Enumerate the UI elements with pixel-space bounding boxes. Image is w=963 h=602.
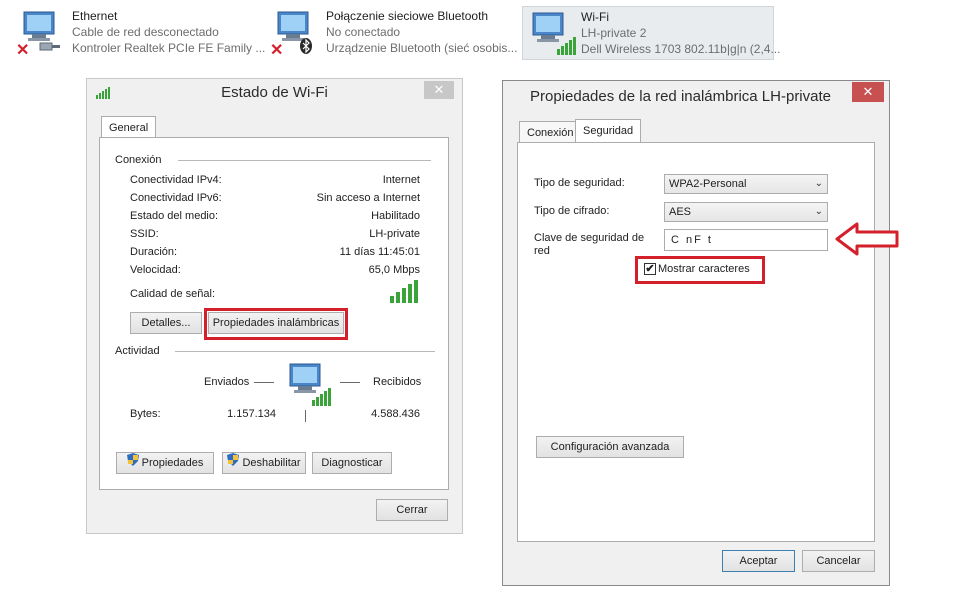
adapter-name: Połączenie sieciowe Bluetooth bbox=[326, 9, 489, 23]
bytes-sent: 1.157.134 bbox=[227, 408, 276, 420]
security-type-label: Tipo de seguridad: bbox=[534, 177, 625, 189]
adapter-name: Ethernet bbox=[72, 9, 118, 23]
divider bbox=[305, 410, 306, 422]
chevron-down-icon: ⌄ bbox=[814, 178, 823, 189]
highlight-box bbox=[635, 256, 765, 284]
field-value: Habilitado bbox=[371, 210, 420, 222]
select-value: AES bbox=[669, 206, 692, 218]
shield-icon bbox=[227, 453, 240, 473]
dialog-title: Propiedades de la red inalámbrica LH-pri… bbox=[530, 88, 831, 105]
tab-label: General bbox=[109, 122, 149, 134]
encryption-type-label: Tipo de cifrado: bbox=[534, 205, 610, 217]
general-panel: Conexión Conectividad IPv4: Internet Con… bbox=[99, 137, 449, 490]
bytes-received: 4.588.436 bbox=[371, 408, 420, 420]
adapter-name: Wi-Fi bbox=[581, 10, 609, 24]
dialog-title: Estado de Wi-Fi bbox=[221, 84, 328, 101]
details-button[interactable]: Detalles... bbox=[130, 312, 202, 334]
adapter-device: Kontroler Realtek PCIe FE Family ... bbox=[72, 41, 266, 55]
accept-button[interactable]: Aceptar bbox=[722, 550, 795, 572]
adapter-device: Dell Wireless 1703 802.11b|g|n (2,4... bbox=[581, 42, 781, 56]
chevron-down-icon: ⌄ bbox=[814, 206, 823, 217]
error-x-icon: ✕ bbox=[16, 42, 30, 59]
received-label: Recibidos bbox=[373, 376, 422, 388]
sent-label: Enviados bbox=[204, 376, 250, 388]
close-button[interactable]: ✕ bbox=[424, 81, 454, 99]
field-label: SSID: bbox=[130, 228, 159, 240]
divider bbox=[175, 351, 435, 352]
select-value: WPA2-Personal bbox=[669, 178, 747, 190]
field-label: Estado del medio: bbox=[130, 210, 219, 222]
divider bbox=[340, 382, 360, 383]
security-type-select[interactable]: WPA2-Personal ⌄ bbox=[664, 174, 828, 194]
field-value: Internet bbox=[382, 174, 420, 186]
section-heading: Conexión bbox=[115, 154, 162, 166]
divider bbox=[178, 160, 431, 161]
arrow-left-icon bbox=[835, 222, 901, 256]
security-key-input[interactable]: C nF t bbox=[664, 229, 828, 251]
close-icon: ✕ bbox=[862, 84, 874, 99]
adapter-status: LH-private 2 bbox=[581, 26, 647, 40]
button-label: Propiedades bbox=[141, 457, 204, 469]
cancel-button[interactable]: Cancelar bbox=[802, 550, 875, 572]
signal-strength-icon bbox=[390, 278, 424, 304]
properties-button[interactable]: Propiedades bbox=[116, 452, 214, 474]
bluetooth-icon bbox=[300, 38, 312, 54]
wifi-status-dialog: Estado de Wi-Fi ✕ General Conexión Conec… bbox=[86, 78, 463, 534]
highlight-box bbox=[204, 308, 348, 340]
divider bbox=[254, 382, 274, 383]
section-heading: Actividad bbox=[115, 345, 160, 357]
adapter-bluetooth[interactable]: ✕ Połączenie sieciowe Bluetooth No conec… bbox=[268, 6, 518, 59]
tab-general[interactable]: General bbox=[101, 116, 157, 138]
adapter-status: Cable de red desconectado bbox=[72, 25, 219, 39]
network-activity-icon bbox=[286, 362, 336, 408]
adapter-device: Urządzenie Bluetooth (sieć osobis... bbox=[326, 41, 518, 55]
tab-security[interactable]: Seguridad bbox=[575, 119, 642, 143]
tab-connection[interactable]: Conexión bbox=[519, 121, 582, 143]
disable-button[interactable]: Deshabilitar bbox=[222, 452, 306, 474]
field-value: LH-private bbox=[369, 228, 420, 240]
button-label: Deshabilitar bbox=[242, 457, 301, 469]
field-label: Duración: bbox=[130, 246, 178, 258]
adapter-ethernet[interactable]: ✕ Ethernet Cable de red desconectado Kon… bbox=[14, 6, 266, 59]
field-label: Conectividad IPv4: bbox=[130, 174, 222, 186]
error-x-icon: ✕ bbox=[270, 42, 284, 59]
field-value: 65,0 Mbps bbox=[368, 264, 420, 276]
close-button[interactable]: ✕ bbox=[852, 82, 884, 102]
advanced-settings-button[interactable]: Configuración avanzada bbox=[536, 436, 684, 458]
field-value: Sin acceso a Internet bbox=[316, 192, 420, 204]
field-label: Velocidad: bbox=[130, 264, 181, 276]
encryption-type-select[interactable]: AES ⌄ bbox=[664, 202, 828, 222]
close-icon: ✕ bbox=[433, 82, 445, 97]
tab-label: Conexión bbox=[527, 127, 574, 139]
ethernet-cable-icon bbox=[38, 40, 62, 52]
tab-label: Seguridad bbox=[583, 125, 634, 137]
field-label: Conectividad IPv6: bbox=[130, 192, 222, 204]
security-key-label: Clave de seguridad de red bbox=[534, 232, 645, 257]
network-adapter-icon bbox=[527, 9, 577, 59]
shield-icon bbox=[126, 453, 139, 473]
bytes-label: Bytes: bbox=[130, 408, 161, 420]
signal-quality-label: Calidad de señal: bbox=[130, 288, 216, 300]
adapter-wifi[interactable]: Wi-Fi LH-private 2 Dell Wireless 1703 80… bbox=[522, 6, 780, 60]
security-panel: Tipo de seguridad: WPA2-Personal ⌄ Tipo … bbox=[517, 142, 875, 542]
adapter-status: No conectado bbox=[326, 25, 401, 39]
close-dialog-button[interactable]: Cerrar bbox=[376, 499, 448, 521]
wireless-properties-dialog: Propiedades de la red inalámbrica LH-pri… bbox=[502, 80, 890, 586]
field-value: 11 días 11:45:01 bbox=[339, 246, 420, 258]
diagnose-button[interactable]: Diagnosticar bbox=[312, 452, 392, 474]
